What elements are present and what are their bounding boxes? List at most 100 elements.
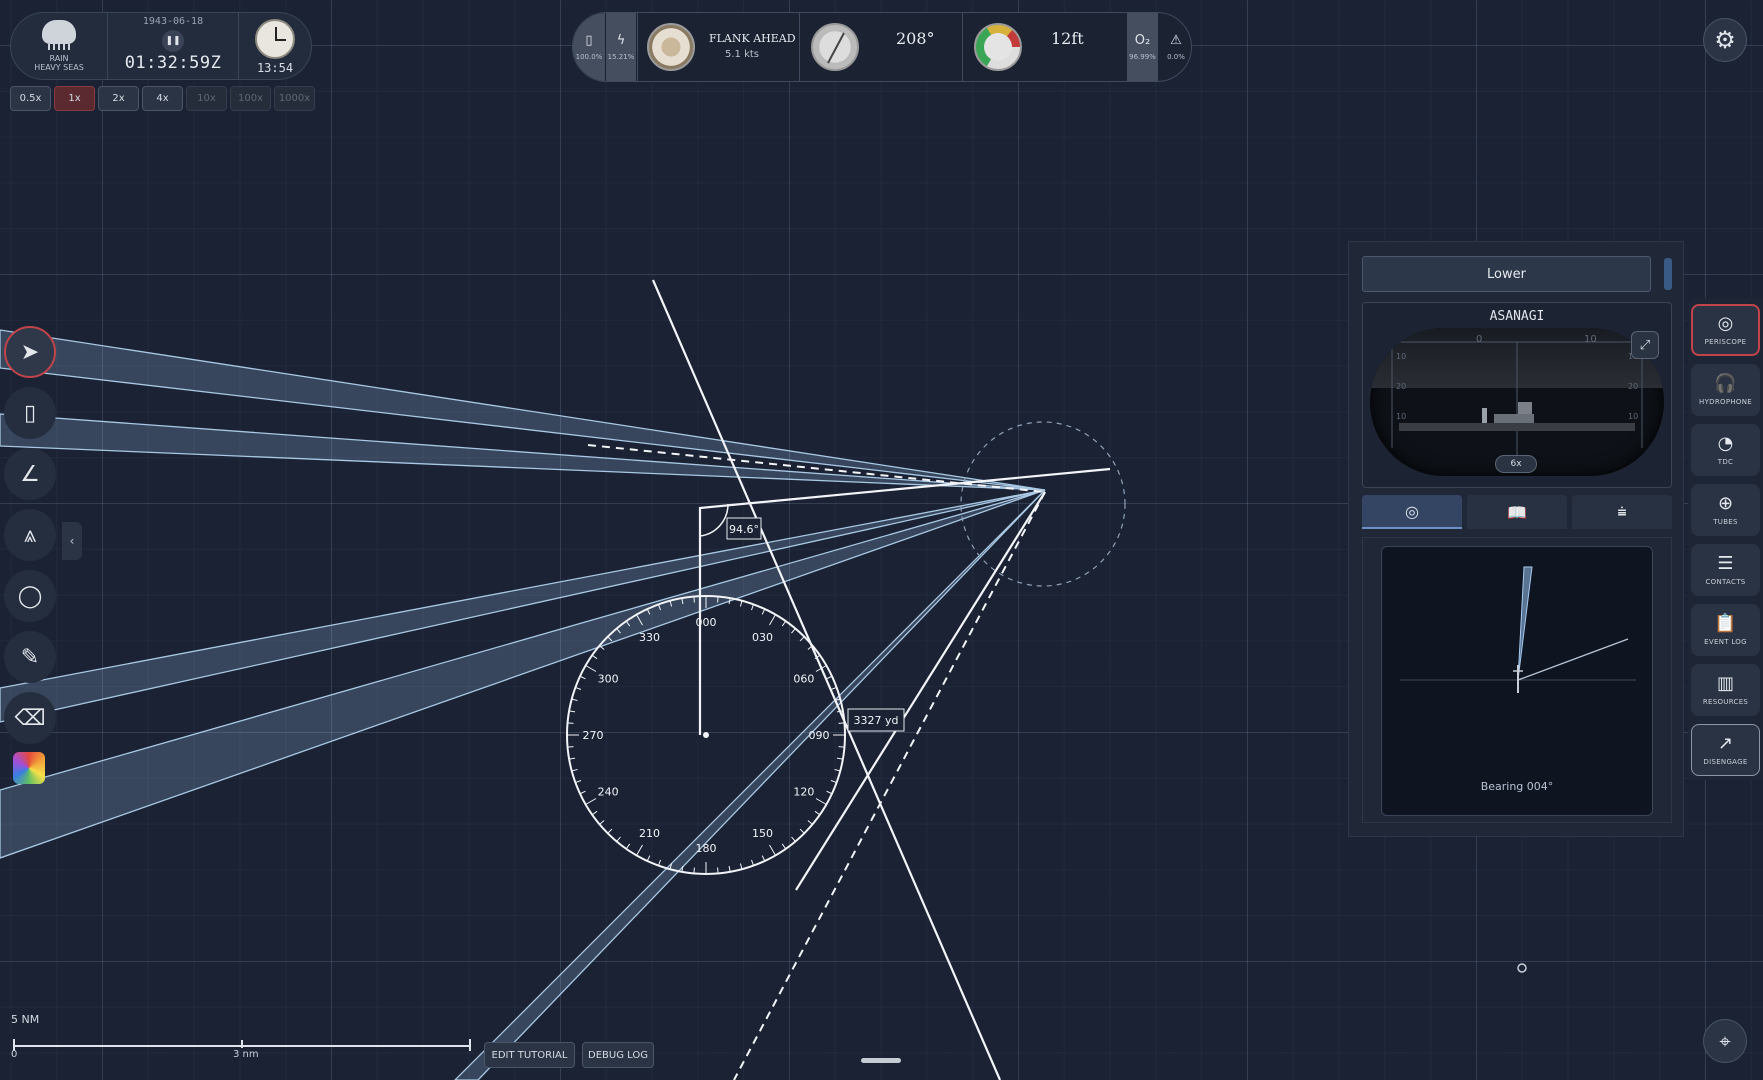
bearing-line <box>651 279 1002 1080</box>
cursor-icon: ➤ <box>20 339 40 365</box>
periscope-icon: ◎ <box>1717 312 1734 334</box>
battery-icon: ▯ <box>585 33 593 48</box>
compass-rose-label: 330 <box>639 631 660 644</box>
station-hydrophone[interactable]: 🎧 HYDROPHONE <box>1691 364 1760 416</box>
station-disengage[interactable]: ↗ DISENGAGE <box>1691 724 1760 776</box>
station-label: HYDROPHONE <box>1699 397 1752 406</box>
station-periscope[interactable]: ◎ PERISCOPE <box>1691 304 1760 356</box>
station-contacts[interactable]: ☰ CONTACTS <box>1691 544 1760 596</box>
tab-target[interactable]: ◎ <box>1362 495 1462 529</box>
bearing-display: Bearing 004° <box>1362 537 1672 823</box>
circle-icon: ◯ <box>17 583 43 609</box>
reticle-label: 10 <box>1584 334 1597 345</box>
compass-rose-label: 270 <box>583 729 604 742</box>
bearing-readout: Bearing 004° <box>1480 780 1554 793</box>
time-compression-buttons: 0.5x 1x 2x 4x 10x 100x 1000x <box>10 86 315 111</box>
protractor-tool[interactable]: ∠ <box>4 448 56 500</box>
telegraph-icon <box>647 23 695 71</box>
center-on-ship-button[interactable]: ⌖ <box>1703 1019 1747 1063</box>
scale-tick: 0 <box>11 1049 18 1060</box>
home-indicator[interactable] <box>861 1058 901 1063</box>
battery-indicator: ▯ 100.0% <box>573 13 605 81</box>
reticle-label: 10 <box>1396 412 1406 421</box>
station-label: TDC <box>1717 457 1734 466</box>
rain-cloud-icon <box>42 20 76 50</box>
engine-telegraph[interactable]: FLANK AHEAD 5.1 kts <box>637 13 799 81</box>
station-event-log[interactable]: 📋 EVENT LOG <box>1691 604 1760 656</box>
panel-scrollbar[interactable] <box>1664 258 1672 290</box>
station-tubes[interactable]: ⊕ TUBES <box>1691 484 1760 536</box>
engine-order: FLANK AHEAD <box>709 32 796 45</box>
headphones-icon: 🎧 <box>1714 372 1737 394</box>
expand-view-button[interactable]: ⤢ <box>1631 331 1659 359</box>
reticle-label: 20 <box>1628 382 1638 391</box>
compass-rose-label: 210 <box>639 827 660 840</box>
heading-indicator[interactable]: 208° <box>799 13 962 81</box>
map-scale-label: 5 NM <box>11 1013 40 1026</box>
speed-button: 10x <box>186 86 227 111</box>
speed-button[interactable]: 4x <box>142 86 183 111</box>
pencil-tool[interactable]: ✎ <box>4 631 56 683</box>
periscope-view: ASANAGI 0 10 10 20 10 10 20 10 ⤢ 6x <box>1362 302 1672 488</box>
weather-condition: RAIN <box>49 54 69 63</box>
alarm-indicator: ⚠ 0.0% <box>1159 13 1191 81</box>
tab-stadimeter[interactable]: ⩧ <box>1572 495 1672 529</box>
station-resources[interactable]: ▥ RESOURCES <box>1691 664 1760 716</box>
eraser-tool[interactable]: ⌫ <box>4 692 56 744</box>
station-label: CONTACTS <box>1705 577 1746 586</box>
resources-icon: ▥ <box>1716 672 1734 694</box>
target-icon: ◎ <box>1405 501 1419 521</box>
weather-indicator: RAIN HEAVY SEAS <box>11 13 107 79</box>
charge-pct: 15.21% <box>607 53 635 61</box>
ruler-tool[interactable]: ▯ <box>4 387 56 439</box>
tab-book[interactable]: 📖 <box>1467 495 1567 529</box>
station-label: DISENGAGE <box>1703 757 1748 766</box>
speed-button[interactable]: 2x <box>98 86 139 111</box>
station-label: PERISCOPE <box>1704 337 1747 346</box>
local-time: 13:54 <box>239 13 311 79</box>
zulu-clock: 01:32:59Z <box>124 53 222 73</box>
periscope-image[interactable]: 0 10 10 20 10 10 20 10 <box>1370 328 1664 476</box>
compass-rose-label: 180 <box>696 842 717 855</box>
oxygen-indicator: O₂ 96.99% <box>1127 13 1158 81</box>
periscope-panel: Lower ASANAGI 0 10 10 20 10 10 20 10 <box>1348 241 1684 837</box>
ruler-icon: ▯ <box>23 400 37 426</box>
edit-tutorial-button[interactable]: EDIT TUTORIAL <box>484 1042 575 1068</box>
compass-drafting-icon: ⩓ <box>23 522 37 548</box>
speed-button[interactable]: 1x <box>54 86 95 111</box>
circle-tool[interactable]: ◯ <box>4 570 56 622</box>
target-name: ASANAGI <box>1489 309 1545 324</box>
speed-button[interactable]: 0.5x <box>10 86 51 111</box>
lower-periscope-button[interactable]: Lower <box>1362 256 1651 292</box>
debug-log-button[interactable]: DEBUG LOG <box>582 1042 654 1068</box>
clipboard-icon: 📋 <box>1714 612 1737 634</box>
crosshair-icon: ⊕ <box>1717 492 1734 514</box>
depth-indicator[interactable]: 12ft <box>962 13 1126 81</box>
compass-rose-label: 060 <box>793 673 814 686</box>
bearing-plot-graphic <box>1400 566 1636 693</box>
battery-pct: 100.0% <box>575 53 603 61</box>
station-label: TUBES <box>1713 517 1738 526</box>
compass-rose-label: 030 <box>752 631 773 644</box>
compass-tool[interactable]: ⩓ <box>4 509 56 561</box>
gear-icon: ⚙ <box>1714 26 1736 54</box>
station-selector: ◎ PERISCOPE 🎧 HYDROPHONE ◔ TDC ⊕ TUBES ☰ CONTACTS… <box>1688 298 1763 780</box>
reticle-label: 10 <box>1628 412 1638 421</box>
eraser-icon: ⌫ <box>14 705 46 731</box>
disengage-icon: ↗ <box>1717 732 1734 754</box>
pause-button[interactable]: ❚❚ <box>162 30 184 52</box>
color-palette-button[interactable] <box>13 752 45 784</box>
charge-indicator: ϟ 15.21% <box>606 13 636 81</box>
map-marker[interactable] <box>1517 963 1527 973</box>
range-label: 3327 yd <box>854 714 899 727</box>
collapse-toolbar-button[interactable]: ‹ <box>62 522 82 560</box>
select-tool[interactable]: ➤ <box>4 326 56 378</box>
zoom-toggle-button[interactable]: 6x <box>1495 455 1537 473</box>
oxygen-icon: O₂ <box>1134 33 1151 48</box>
station-label: EVENT LOG <box>1704 637 1747 646</box>
settings-button[interactable]: ⚙ <box>1703 18 1747 62</box>
compass-rose-label: 240 <box>598 786 619 799</box>
bearing-plot: Bearing 004° <box>1381 546 1653 816</box>
station-tdc[interactable]: ◔ TDC <box>1691 424 1760 476</box>
drawing-toolbar: ➤ ▯ ∠ ⩓ ◯ ✎ ⌫ <box>0 326 60 792</box>
